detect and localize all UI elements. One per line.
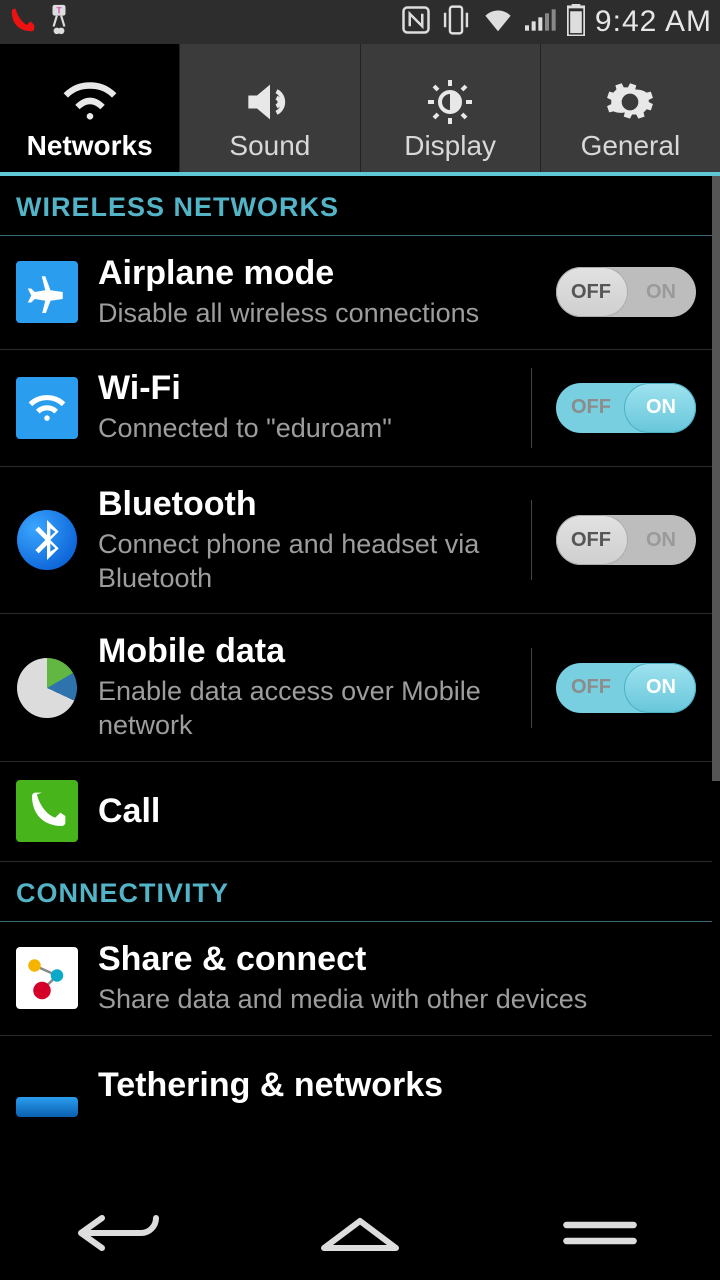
tab-label: Networks	[27, 130, 153, 162]
airplane-toggle[interactable]: OFF ON	[556, 267, 696, 317]
battery-icon	[567, 4, 585, 41]
setting-subtitle: Connected to "eduroam"	[98, 412, 507, 446]
clock-text: 9:42 AM	[595, 5, 712, 39]
menu-button[interactable]	[520, 1198, 680, 1268]
mobile-data-toggle[interactable]: OFF ON	[556, 663, 696, 713]
tab-general[interactable]: General	[541, 44, 720, 172]
tether-icon	[16, 1097, 78, 1117]
row-call[interactable]: Call	[0, 762, 712, 862]
setting-title: Wi-Fi	[98, 369, 507, 408]
share-connect-icon	[16, 947, 78, 1009]
row-tethering-networks[interactable]: Tethering & networks	[0, 1036, 712, 1136]
back-button[interactable]	[40, 1198, 200, 1268]
status-bar: T 9:42 AM	[0, 0, 720, 44]
tab-label: Sound	[229, 130, 310, 162]
row-divider	[531, 500, 532, 580]
setting-title: Mobile data	[98, 632, 507, 671]
setting-title: Share & connect	[98, 940, 696, 979]
bluetooth-icon	[17, 510, 77, 570]
setting-subtitle: Connect phone and headset via Bluetooth	[98, 528, 507, 596]
setting-title: Bluetooth	[98, 485, 507, 524]
setting-title: Call	[98, 792, 696, 831]
tmobile-icon: T	[46, 4, 72, 41]
wifi-icon	[16, 377, 78, 439]
tab-label: Display	[404, 130, 496, 162]
vibrate-icon	[441, 3, 471, 42]
home-button[interactable]	[280, 1198, 440, 1268]
section-connectivity: CONNECTIVITY	[0, 862, 712, 922]
row-share-connect[interactable]: Share & connect Share data and media wit…	[0, 922, 712, 1036]
wifi-icon	[62, 78, 118, 126]
phone-icon	[16, 780, 78, 842]
settings-list[interactable]: WIRELESS NETWORKS Airplane mode Disable …	[0, 176, 720, 1184]
setting-subtitle: Enable data access over Mobile network	[98, 675, 507, 743]
wifi-status-icon	[481, 6, 515, 39]
missed-call-icon	[8, 5, 38, 40]
bluetooth-toggle[interactable]: OFF ON	[556, 515, 696, 565]
row-mobile-data[interactable]: Mobile data Enable data access over Mobi…	[0, 614, 712, 762]
tab-label: General	[581, 130, 681, 162]
setting-title: Airplane mode	[98, 254, 536, 293]
airplane-icon	[16, 261, 78, 323]
speaker-icon	[244, 78, 296, 126]
settings-tab-bar: Networks Sound Display General	[0, 44, 720, 172]
svg-text:T: T	[56, 5, 62, 15]
tab-display[interactable]: Display	[361, 44, 541, 172]
signal-icon	[525, 6, 557, 39]
setting-title: Tethering & networks	[98, 1066, 696, 1105]
data-usage-icon	[17, 658, 77, 718]
setting-subtitle: Share data and media with other devices	[98, 983, 696, 1017]
row-airplane-mode[interactable]: Airplane mode Disable all wireless conne…	[0, 236, 712, 350]
nfc-icon	[401, 5, 431, 40]
tab-networks[interactable]: Networks	[0, 44, 180, 172]
row-divider	[531, 368, 532, 448]
brightness-icon	[424, 78, 476, 126]
row-wifi[interactable]: Wi-Fi Connected to "eduroam" OFF ON	[0, 350, 712, 467]
navigation-bar	[0, 1184, 720, 1280]
row-divider	[531, 648, 532, 728]
row-bluetooth[interactable]: Bluetooth Connect phone and headset via …	[0, 467, 712, 615]
wifi-toggle[interactable]: OFF ON	[556, 383, 696, 433]
setting-subtitle: Disable all wireless connections	[98, 297, 536, 331]
gear-icon	[605, 78, 655, 126]
tab-sound[interactable]: Sound	[180, 44, 360, 172]
scrollbar[interactable]	[712, 176, 720, 1184]
section-wireless-networks: WIRELESS NETWORKS	[0, 176, 712, 236]
